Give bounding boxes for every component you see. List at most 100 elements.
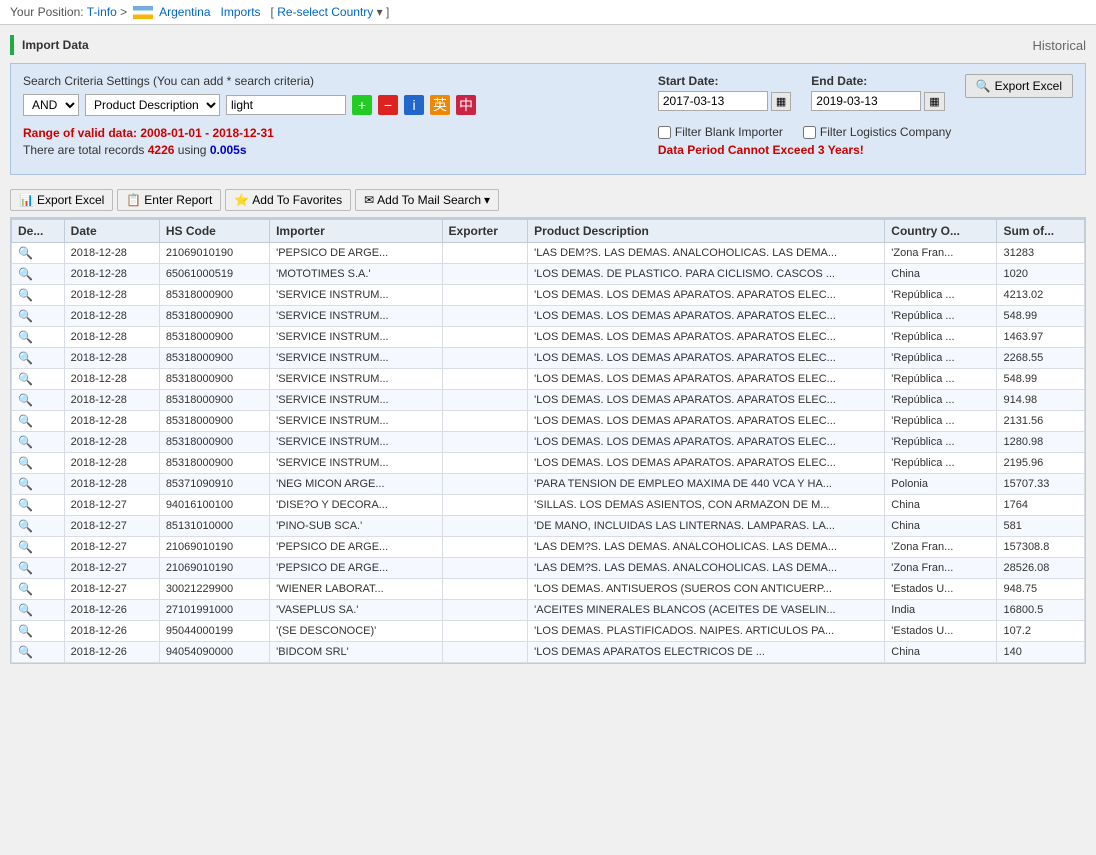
start-date-calendar-button[interactable]: ▦ — [771, 92, 791, 111]
row-date: 2018-12-26 — [64, 621, 159, 642]
tinfo-link[interactable]: T-info — [87, 5, 117, 19]
add-to-mail-search-button[interactable]: ✉ Add To Mail Search ▾ — [355, 189, 499, 211]
country-link[interactable]: Argentina — [159, 5, 210, 19]
logic-select[interactable]: AND OR — [23, 94, 79, 116]
row-detail-icon[interactable]: 🔍 — [12, 621, 65, 642]
records-using: using — [178, 143, 207, 157]
row-detail-icon[interactable]: 🔍 — [12, 642, 65, 663]
row-sum: 1463.97 — [997, 327, 1085, 348]
row-detail-icon[interactable]: 🔍 — [12, 516, 65, 537]
table-row: 🔍 2018-12-27 21069010190 'PEPSICO DE ARG… — [12, 558, 1085, 579]
records-time: 0.005s — [210, 143, 247, 157]
row-detail-icon[interactable]: 🔍 — [12, 558, 65, 579]
reselect-link[interactable]: Re-select Country — [277, 5, 373, 19]
row-sum: 4213.02 — [997, 285, 1085, 306]
row-sum: 16800.5 — [997, 600, 1085, 621]
col-product[interactable]: Product Description — [528, 220, 885, 243]
search-panel: Search Criteria Settings (You can add * … — [10, 63, 1086, 175]
row-detail-icon[interactable]: 🔍 — [12, 600, 65, 621]
row-product: 'DE MANO, INCLUIDAS LAS LINTERNAS. LAMPA… — [528, 516, 885, 537]
col-exporter[interactable]: Exporter — [442, 220, 528, 243]
records-info: There are total records 4226 using 0.005… — [23, 143, 638, 157]
start-date-label: Start Date: — [658, 74, 791, 88]
top-bar: Your Position: T-info > Argentina Import… — [0, 0, 1096, 25]
row-product: 'LOS DEMAS. LOS DEMAS APARATOS. APARATOS… — [528, 285, 885, 306]
add-to-favorites-button[interactable]: ⭐ Add To Favorites — [225, 189, 351, 211]
table-row: 🔍 2018-12-28 21069010190 'PEPSICO DE ARG… — [12, 243, 1085, 264]
row-sum: 31283 — [997, 243, 1085, 264]
row-date: 2018-12-28 — [64, 285, 159, 306]
ch-button[interactable]: 中 — [456, 95, 476, 115]
row-detail-icon[interactable]: 🔍 — [12, 474, 65, 495]
table-row: 🔍 2018-12-28 85318000900 'SERVICE INSTRU… — [12, 327, 1085, 348]
row-exporter — [442, 516, 528, 537]
records-count: 4226 — [148, 143, 175, 157]
row-country: India — [885, 600, 997, 621]
row-detail-icon[interactable]: 🔍 — [12, 411, 65, 432]
row-detail-icon[interactable]: 🔍 — [12, 243, 65, 264]
info-button[interactable]: i — [404, 95, 424, 115]
row-date: 2018-12-28 — [64, 306, 159, 327]
row-country: 'Estados U... — [885, 621, 997, 642]
row-detail-icon[interactable]: 🔍 — [12, 306, 65, 327]
row-detail-icon[interactable]: 🔍 — [12, 285, 65, 306]
add-criteria-button[interactable]: + — [352, 95, 372, 115]
row-detail-icon[interactable]: 🔍 — [12, 390, 65, 411]
row-product: 'LOS DEMAS. ANTISUEROS (SUEROS CON ANTIC… — [528, 579, 885, 600]
col-hs-code[interactable]: HS Code — [159, 220, 269, 243]
row-hs-code: 65061000519 — [159, 264, 269, 285]
row-date: 2018-12-28 — [64, 264, 159, 285]
row-product: 'LOS DEMAS. LOS DEMAS APARATOS. APARATOS… — [528, 306, 885, 327]
row-detail-icon[interactable]: 🔍 — [12, 453, 65, 474]
row-importer: 'DISE?O Y DECORA... — [270, 495, 442, 516]
row-exporter — [442, 306, 528, 327]
export-excel-button[interactable]: 📊 Export Excel — [10, 189, 113, 211]
row-detail-icon[interactable]: 🔍 — [12, 264, 65, 285]
add-to-mail-search-label: Add To Mail Search — [377, 193, 481, 207]
row-country: 'Zona Fran... — [885, 537, 997, 558]
remove-criteria-button[interactable]: − — [378, 95, 398, 115]
row-sum: 2268.55 — [997, 348, 1085, 369]
enter-report-button[interactable]: 📋 Enter Report — [117, 189, 221, 211]
table-row: 🔍 2018-12-26 94054090000 'BIDCOM SRL' 'L… — [12, 642, 1085, 663]
field-select[interactable]: Product Description HS Code Importer Exp… — [85, 94, 220, 116]
row-product: 'LOS DEMAS. PLASTIFICADOS. NAIPES. ARTIC… — [528, 621, 885, 642]
position-label: Your Position: — [10, 5, 84, 19]
filter-blank-importer-checkbox[interactable] — [658, 126, 671, 139]
table-row: 🔍 2018-12-27 85131010000 'PINO-SUB SCA.'… — [12, 516, 1085, 537]
search-criteria-row: AND OR Product Description HS Code Impor… — [23, 94, 638, 116]
row-date: 2018-12-27 — [64, 495, 159, 516]
start-date-input[interactable]: 2017-03-13 — [658, 91, 768, 111]
row-detail-icon[interactable]: 🔍 — [12, 495, 65, 516]
section-link[interactable]: Imports — [221, 5, 261, 19]
dropdown-arrow-icon: ▾ — [484, 193, 490, 207]
row-exporter — [442, 369, 528, 390]
col-date[interactable]: Date — [64, 220, 159, 243]
search-button[interactable]: 🔍 Export Excel — [965, 74, 1073, 98]
col-importer[interactable]: Importer — [270, 220, 442, 243]
row-detail-icon[interactable]: 🔍 — [12, 537, 65, 558]
favorites-icon: ⭐ — [234, 193, 249, 207]
col-country[interactable]: Country O... — [885, 220, 997, 243]
filter-blank-importer-label[interactable]: Filter Blank Importer — [658, 125, 783, 139]
filter-logistics-checkbox[interactable] — [803, 126, 816, 139]
row-sum: 548.99 — [997, 306, 1085, 327]
row-detail-icon[interactable]: 🔍 — [12, 369, 65, 390]
filter-logistics-label[interactable]: Filter Logistics Company — [803, 125, 951, 139]
row-country: 'República ... — [885, 411, 997, 432]
row-detail-icon[interactable]: 🔍 — [12, 327, 65, 348]
row-importer: 'SERVICE INSTRUM... — [270, 348, 442, 369]
row-detail-icon[interactable]: 🔍 — [12, 432, 65, 453]
row-exporter — [442, 621, 528, 642]
start-date-field: Start Date: 2017-03-13 ▦ — [658, 74, 791, 111]
col-sum[interactable]: Sum of... — [997, 220, 1085, 243]
end-date-calendar-button[interactable]: ▦ — [924, 92, 944, 111]
historical-link[interactable]: Historical — [1033, 38, 1086, 53]
row-detail-icon[interactable]: 🔍 — [12, 579, 65, 600]
row-importer: 'PEPSICO DE ARGE... — [270, 558, 442, 579]
row-detail-icon[interactable]: 🔍 — [12, 348, 65, 369]
en-button[interactable]: 英 — [430, 95, 450, 115]
search-input[interactable]: light — [226, 95, 346, 115]
row-sum: 2131.56 — [997, 411, 1085, 432]
end-date-input[interactable]: 2019-03-13 — [811, 91, 921, 111]
